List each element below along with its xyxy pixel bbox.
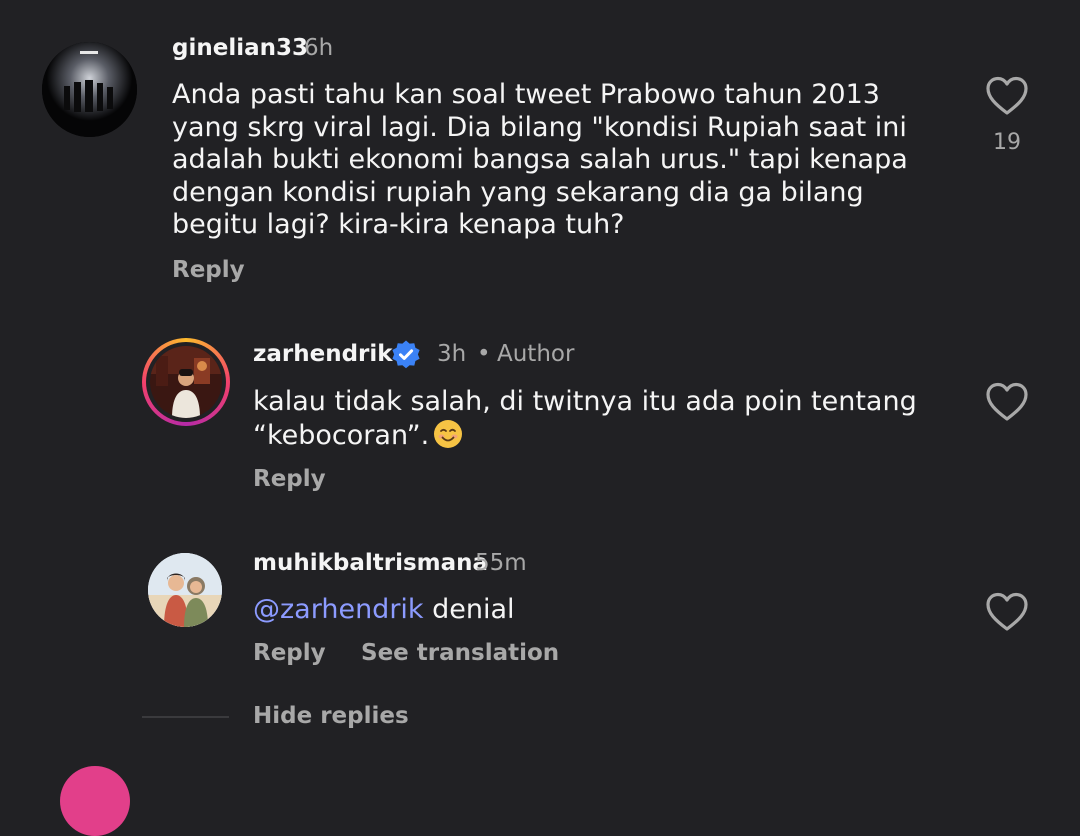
timestamp: 6h xyxy=(304,35,334,61)
timestamp: 3h xyxy=(437,341,467,367)
timestamp: 55m xyxy=(475,550,527,576)
username[interactable]: zarhendrik xyxy=(253,341,393,367)
avatar[interactable] xyxy=(42,42,137,137)
avatar-photo xyxy=(150,346,222,418)
comment-text: @zarhendrik denial xyxy=(253,594,515,627)
comment-text-line: adalah bukti ekonomi bangsa salah urus."… xyxy=(172,144,908,175)
comment-text-segment: denial xyxy=(423,594,515,625)
reply-button[interactable]: Reply xyxy=(253,640,326,666)
heart-outline-icon[interactable] xyxy=(985,592,1029,632)
avatar-photo xyxy=(42,42,137,137)
like-count: 19 xyxy=(993,130,1021,155)
mention-link[interactable]: @zarhendrik xyxy=(253,594,424,625)
reply-button[interactable]: Reply xyxy=(172,257,245,283)
comment-text-line: dengan kondisi rupiah yang sekarang dia … xyxy=(172,176,864,208)
reply-button[interactable]: Reply xyxy=(253,466,326,492)
avatar[interactable] xyxy=(142,338,230,426)
comment-text: Anda pasti tahu kan soal tweet Prabowo t… xyxy=(172,79,908,242)
verified-badge-icon xyxy=(390,339,422,371)
comment-text-line: yang skrg viral lagi. Dia bilang "kondis… xyxy=(172,111,907,143)
username[interactable]: ginelian33 xyxy=(172,35,308,61)
heart-outline-icon[interactable] xyxy=(985,382,1029,422)
hide-replies-button[interactable]: Hide replies xyxy=(253,703,409,729)
comment-text-line: Anda pasti tahu kan soal tweet Prabowo t… xyxy=(172,79,880,110)
author-label: Author xyxy=(497,341,575,367)
username[interactable]: muhikbaltrismana xyxy=(253,550,488,576)
avatar[interactable] xyxy=(148,553,222,627)
comment-text-line: “kebocoran”. xyxy=(253,419,917,453)
comment-text-segment: “kebocoran”. xyxy=(253,419,430,451)
avatar-photo xyxy=(148,553,222,627)
separator-dot: • xyxy=(477,341,491,367)
heart-outline-icon[interactable] xyxy=(985,76,1029,116)
divider-line xyxy=(142,716,229,718)
next-avatar-ring xyxy=(60,766,130,836)
comment-text-line: kalau tidak salah, di twitnya itu ada po… xyxy=(253,386,917,417)
smiling-face-emoji xyxy=(433,419,463,449)
comment-text-line: begitu lagi? kira-kira kenapa tuh? xyxy=(172,209,625,240)
comment-text: kalau tidak salah, di twitnya itu ada po… xyxy=(253,386,917,452)
see-translation-button[interactable]: See translation xyxy=(361,640,559,666)
